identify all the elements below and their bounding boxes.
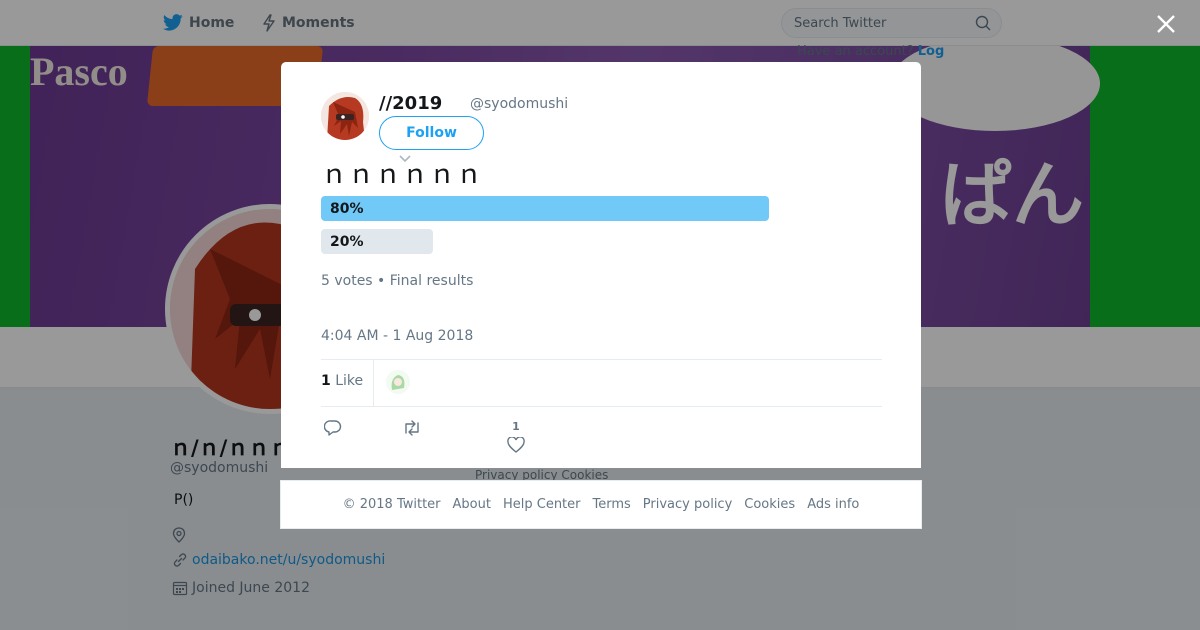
likes-stat[interactable]: 1 Like <box>321 373 363 389</box>
footer-link[interactable]: About <box>453 497 491 512</box>
poll-option-1: 80% <box>321 196 769 221</box>
tweet-avatar[interactable] <box>321 92 369 140</box>
poll-option-2: 20% <box>321 229 433 254</box>
footer-link: © 2018 Twitter <box>342 497 441 512</box>
tweet-author-name[interactable]: //2019 <box>379 93 442 114</box>
liker-avatar[interactable] <box>386 370 410 394</box>
like-action[interactable]: 1 <box>507 420 525 457</box>
tweet-text: ｎｎｎｎｎｎ <box>321 160 484 190</box>
footer-link[interactable]: Help Center <box>503 497 581 512</box>
retweet-icon[interactable] <box>402 419 422 437</box>
close-icon[interactable] <box>1155 13 1177 35</box>
poll-option-2-label: 20% <box>330 234 364 250</box>
like-action-count: 1 <box>512 420 520 433</box>
tweet-stats: 1 Like <box>321 359 882 407</box>
tweet-modal: //2019 @syodomushi Follow ｎｎｎｎｎｎ 80% 20%… <box>281 62 921 468</box>
footer-link[interactable]: Ads info <box>807 497 859 512</box>
footer-link[interactable]: Terms <box>593 497 631 512</box>
tweet-avatar-illustration <box>321 92 369 140</box>
poll-option-1-label: 80% <box>330 201 364 217</box>
tweet-author-handle[interactable]: @syodomushi <box>470 96 568 112</box>
modal-footer: © 2018 Twitter About Help Center Terms Priva… <box>280 480 922 529</box>
poll-meta: 5 votes • Final results <box>321 273 474 289</box>
likes-count: 1 <box>321 373 331 389</box>
heart-icon[interactable] <box>507 436 525 453</box>
liker-avatar-illustration <box>386 370 410 394</box>
footer-link[interactable]: Cookies <box>744 497 795 512</box>
stats-divider <box>373 360 374 406</box>
tweet-timestamp[interactable]: 4:04 AM - 1 Aug 2018 <box>321 328 473 344</box>
likes-label: Like <box>335 373 364 389</box>
reply-icon[interactable] <box>324 419 342 437</box>
footer-link[interactable]: Privacy policy <box>643 497 732 512</box>
follow-button[interactable]: Follow <box>379 116 484 150</box>
